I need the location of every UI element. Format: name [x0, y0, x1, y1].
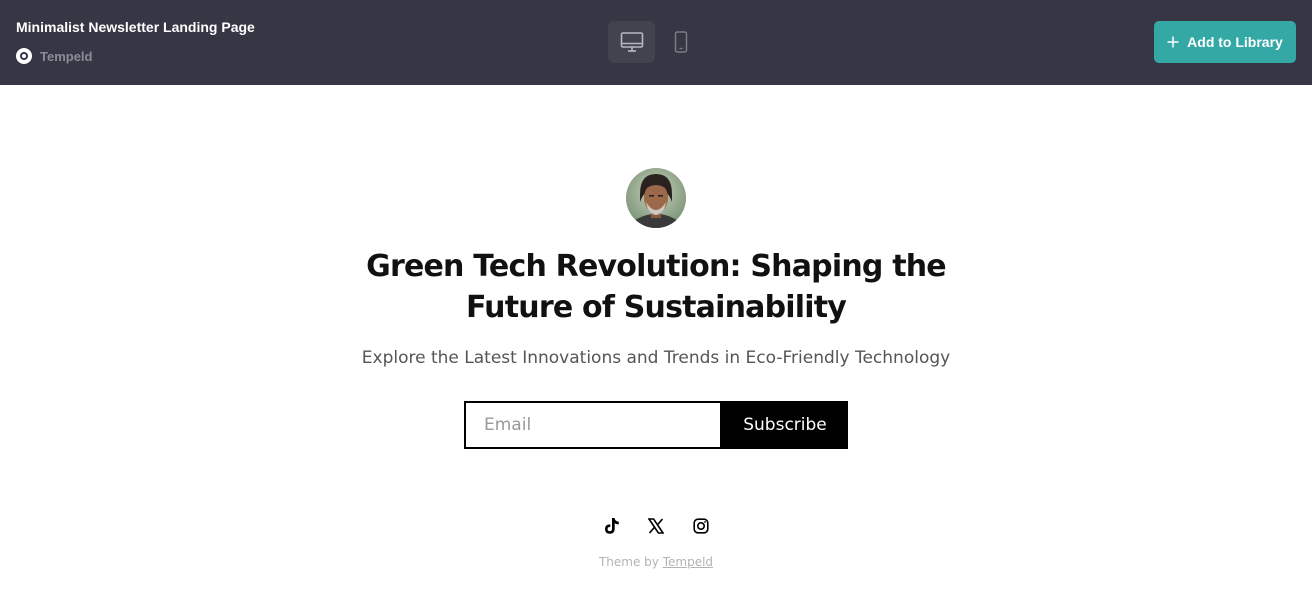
brand-link[interactable]: Tempeld — [16, 47, 93, 65]
author-avatar — [626, 168, 686, 228]
page-headline: Green Tech Revolution: Shaping the Futur… — [366, 249, 947, 325]
add-to-library-label: Add to Library — [1187, 34, 1283, 50]
email-input[interactable] — [464, 401, 722, 449]
footer-credit: Theme by Tempeld — [456, 555, 856, 569]
template-title: Minimalist Newsletter Landing Page — [16, 19, 255, 35]
tempeld-logo-icon — [16, 48, 32, 64]
mobile-view-button[interactable] — [657, 21, 704, 63]
monitor-icon — [620, 32, 643, 52]
brand-name: Tempeld — [40, 48, 93, 64]
subscribe-button[interactable]: Subscribe — [722, 401, 848, 449]
plus-icon — [1167, 36, 1179, 48]
footer-link[interactable]: Tempeld — [663, 555, 713, 569]
top-bar: Minimalist Newsletter Landing Page Tempe… — [0, 0, 1312, 85]
page-subheadline: Explore the Latest Innovations and Trend… — [361, 348, 951, 368]
add-to-library-button[interactable]: Add to Library — [1154, 21, 1296, 63]
newsletter-form: Subscribe — [464, 401, 848, 449]
tiktok-icon[interactable] — [601, 516, 621, 536]
phone-icon — [674, 31, 687, 53]
footer-prefix: Theme by — [598, 555, 659, 569]
desktop-view-button[interactable] — [608, 21, 655, 63]
x-icon[interactable] — [646, 516, 666, 536]
instagram-icon[interactable] — [691, 516, 711, 536]
